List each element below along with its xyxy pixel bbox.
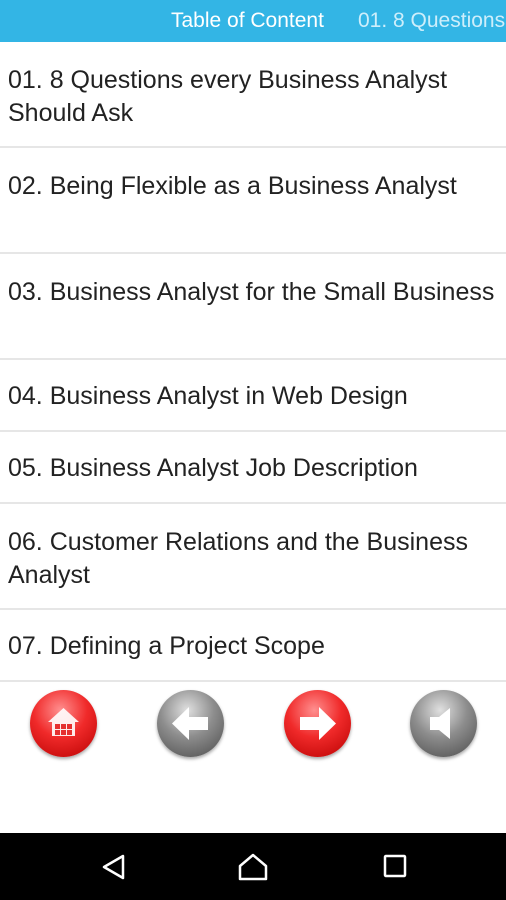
system-nav-bar — [0, 833, 506, 900]
list-item-label: 07. Defining a Project Scope — [8, 632, 325, 660]
list-item-label: 05. Business Analyst Job Description — [8, 454, 418, 482]
list-item[interactable]: 05. Business Analyst Job Description — [0, 432, 506, 504]
list-item-label: 03. Business Analyst for the Small Busin… — [8, 278, 495, 306]
nav-back-icon[interactable] — [100, 853, 128, 881]
back-button[interactable] — [157, 690, 224, 757]
forward-button[interactable] — [284, 690, 351, 757]
arrow-right-icon — [300, 707, 336, 740]
tab-bar: Table of Content 01. 8 Questions every B… — [0, 0, 506, 42]
list-item[interactable]: 02. Being Flexible as a Business Analyst — [0, 148, 506, 254]
nav-home-icon[interactable] — [238, 853, 268, 881]
sound-button[interactable] — [410, 690, 477, 757]
list-item-label: 01. 8 Questions every Business Analyst S… — [8, 66, 448, 127]
list-item[interactable]: 01. 8 Questions every Business Analyst S… — [0, 42, 506, 148]
list-item-label: 04. Business Analyst in Web Design — [8, 382, 408, 410]
list-item[interactable]: 07. Defining a Project Scope — [0, 610, 506, 682]
speaker-icon — [430, 708, 450, 739]
home-button[interactable] — [30, 690, 97, 757]
list-item[interactable]: 03. Business Analyst for the Small Busin… — [0, 254, 506, 360]
chapter-list: 01. 8 Questions every Business Analyst S… — [0, 42, 506, 682]
list-item-label: 02. Being Flexible as a Business Analyst — [8, 172, 457, 200]
nav-recents-icon[interactable] — [382, 853, 408, 879]
tab-table-of-content[interactable]: Table of Content — [171, 0, 324, 42]
list-item-label: 06. Customer Relations and the Business … — [8, 528, 468, 589]
list-item[interactable]: 04. Business Analyst in Web Design — [0, 360, 506, 432]
home-icon — [48, 708, 79, 736]
list-item[interactable]: 06. Customer Relations and the Business … — [0, 504, 506, 610]
tab-chapter-01[interactable]: 01. 8 Questions every Business Analyst S… — [358, 0, 506, 42]
arrow-left-icon — [172, 707, 208, 740]
